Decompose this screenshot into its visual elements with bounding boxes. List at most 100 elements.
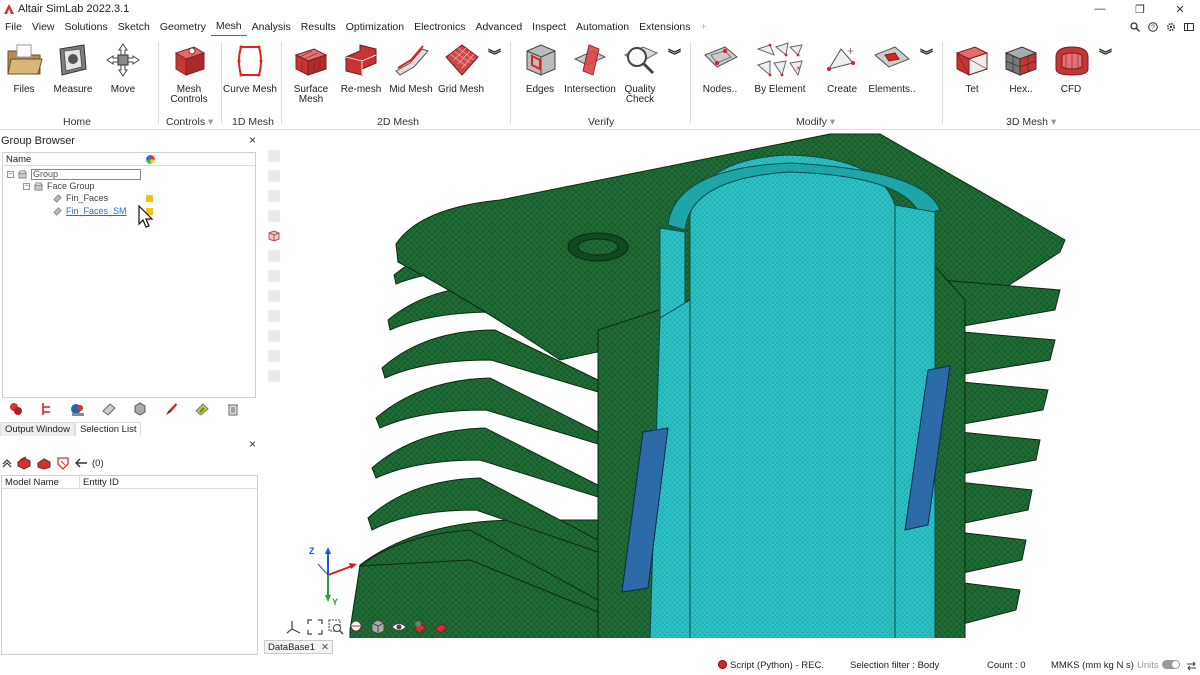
back-arrow-icon[interactable]: [74, 457, 88, 469]
menu-extensions[interactable]: Extensions: [634, 18, 695, 36]
3d-mesh-expand-button[interactable]: ︾: [1099, 49, 1112, 62]
collapse-up-icon[interactable]: [2, 458, 12, 468]
tree-row-fin-faces[interactable]: Fin_Faces: [53, 192, 108, 204]
units-system-status[interactable]: MMKS (mm kg N s): [1051, 660, 1134, 671]
selection-filter-status[interactable]: Selection filter : Body: [850, 660, 939, 671]
curve-mesh-icon: [230, 40, 270, 80]
curve-mesh-button[interactable]: Curve Mesh: [220, 40, 280, 95]
collapse-toggle[interactable]: −: [7, 170, 14, 178]
tree-row-fin-faces-sm[interactable]: Fin_Faces_SM: [53, 205, 127, 217]
help-icon[interactable]: ?: [1148, 22, 1158, 32]
menu-sketch[interactable]: Sketch: [113, 18, 155, 36]
column-model-name[interactable]: Model Name: [2, 476, 80, 488]
filter-icon[interactable]: [56, 456, 70, 470]
axis-view-button[interactable]: [285, 618, 303, 636]
move-button[interactable]: Move: [93, 40, 153, 95]
view-tool-4[interactable]: [268, 210, 280, 222]
nodes-icon: [700, 40, 740, 80]
tree-row-face-group[interactable]: − Face Group: [23, 180, 95, 192]
bodies-tool[interactable]: [31, 402, 62, 416]
grid-mesh-button[interactable]: Grid Mesh: [431, 40, 491, 95]
menu-file[interactable]: File: [0, 18, 27, 36]
zoom-button[interactable]: [348, 618, 366, 636]
select-bodies-icon[interactable]: [16, 456, 32, 470]
menu-optimization[interactable]: Optimization: [341, 18, 409, 36]
group-browser-close-button[interactable]: ×: [249, 133, 256, 147]
view-tool-2[interactable]: [268, 170, 280, 182]
delete-tool[interactable]: [217, 402, 248, 416]
column-entity-id[interactable]: Entity ID: [80, 476, 256, 488]
menu-geometry[interactable]: Geometry: [155, 18, 211, 36]
view-tool-10[interactable]: [268, 350, 280, 362]
gear-icon[interactable]: [1166, 22, 1176, 32]
fin-faces-color-swatch[interactable]: [146, 195, 153, 202]
faces-tool[interactable]: [93, 402, 124, 416]
swap-arrows-icon[interactable]: [1186, 661, 1197, 671]
paint-tool[interactable]: [155, 402, 186, 416]
create-icon: +: [822, 40, 862, 80]
tab-output-window[interactable]: Output Window: [0, 422, 75, 436]
view-tool-8[interactable]: [268, 310, 280, 322]
view-tool-7[interactable]: [268, 290, 280, 302]
group-name-edit[interactable]: Group: [31, 168, 141, 180]
view-cube-icon[interactable]: [268, 230, 280, 242]
view-tool-1[interactable]: [268, 150, 280, 162]
elements-button[interactable]: Elements..: [862, 40, 922, 95]
fit-view-button[interactable]: [306, 618, 324, 636]
units-switch[interactable]: [1161, 660, 1180, 669]
zoom-box-button[interactable]: [327, 618, 345, 636]
cfd-button[interactable]: CFD: [1041, 40, 1101, 95]
parts-tool[interactable]: [62, 402, 93, 416]
collapse-toggle[interactable]: −: [23, 182, 30, 190]
mesh-controls-button[interactable]: Mesh Controls: [159, 40, 219, 105]
3d-viewport[interactable]: Z Y: [262, 132, 1200, 638]
minimize-button[interactable]: —: [1080, 0, 1120, 18]
tree-row-group[interactable]: − Group: [7, 168, 141, 180]
color-wheel-icon[interactable]: [146, 155, 155, 164]
verify-expand-button[interactable]: ︾: [668, 49, 681, 62]
close-button[interactable]: ✕: [1160, 0, 1200, 18]
database-tab-close-button[interactable]: ✕: [321, 642, 329, 653]
tree-name-column[interactable]: Name: [6, 154, 31, 165]
tab-selection-list[interactable]: Selection List: [74, 422, 142, 436]
menu-inspect[interactable]: Inspect: [527, 18, 571, 36]
group-3d-mesh[interactable]: 3D Mesh ▾: [1006, 116, 1056, 128]
nodes-button[interactable]: Nodes..: [690, 40, 750, 95]
menu-mesh[interactable]: Mesh: [210, 17, 247, 37]
show-all-button[interactable]: [432, 618, 450, 636]
view-tool-6[interactable]: [268, 270, 280, 282]
menu-add-tab[interactable]: +: [696, 18, 712, 36]
groups-tool[interactable]: [0, 402, 31, 416]
by-element-button[interactable]: × By Element: [750, 40, 810, 95]
menu-solutions[interactable]: Solutions: [60, 18, 113, 36]
script-record-status[interactable]: Script (Python) - REC.: [718, 660, 824, 671]
view-tool-11[interactable]: [268, 370, 280, 382]
axis-y-label: Y: [332, 597, 338, 607]
restore-button[interactable]: ❐: [1120, 0, 1160, 18]
menu-advanced[interactable]: Advanced: [470, 18, 527, 36]
select-faces-icon[interactable]: [36, 456, 52, 470]
view-tool-3[interactable]: [268, 190, 280, 202]
menu-analysis[interactable]: Analysis: [247, 18, 296, 36]
menu-automation[interactable]: Automation: [571, 18, 634, 36]
menu-electronics[interactable]: Electronics: [409, 18, 470, 36]
selection-list-close-button[interactable]: ×: [249, 437, 256, 451]
view-tool-9[interactable]: [268, 330, 280, 342]
layout-icon[interactable]: [1184, 22, 1194, 32]
search-icon[interactable]: [1130, 22, 1140, 32]
shaded-view-button[interactable]: [369, 618, 387, 636]
view-tool-5[interactable]: [268, 250, 280, 262]
modify-expand-button[interactable]: ︾: [920, 49, 933, 62]
color-tool[interactable]: [186, 402, 217, 416]
menu-results[interactable]: Results: [296, 18, 341, 36]
solids-tool[interactable]: [124, 402, 155, 416]
units-toggle[interactable]: Units: [1137, 660, 1180, 671]
group-modify[interactable]: Modify ▾: [796, 116, 835, 128]
database-tab[interactable]: DataBase1 ✕: [264, 640, 333, 654]
visibility-button[interactable]: [390, 618, 408, 636]
hide-button[interactable]: [411, 618, 429, 636]
quality-check-button[interactable]: Quality Check: [610, 40, 670, 105]
menu-view[interactable]: View: [27, 18, 60, 36]
group-controls[interactable]: Controls ▾: [166, 116, 213, 128]
2d-mesh-expand-button[interactable]: ︾: [488, 49, 501, 62]
